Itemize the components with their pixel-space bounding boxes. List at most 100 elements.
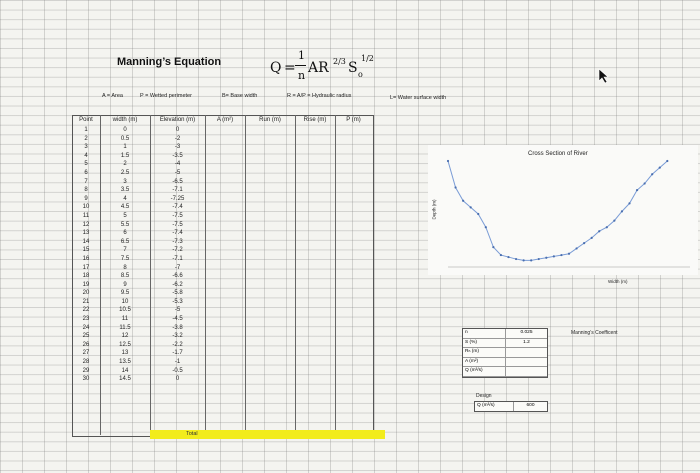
point-cell[interactable]: 20 bbox=[72, 289, 100, 298]
point-cell[interactable]: 25 bbox=[72, 332, 100, 341]
cross-section-chart[interactable]: Cross Section of River Depth (m) Width (… bbox=[428, 145, 698, 284]
width-cell[interactable]: 14 bbox=[100, 367, 150, 376]
point-cell[interactable]: 26 bbox=[72, 341, 100, 350]
width-cell[interactable]: 13.5 bbox=[100, 358, 150, 367]
width-cell[interactable]: 5 bbox=[100, 212, 150, 221]
elevation-cell[interactable]: -4 bbox=[150, 160, 205, 169]
elevation-cell[interactable]: -7.5 bbox=[150, 212, 205, 221]
data-point bbox=[666, 159, 669, 163]
parameter-value[interactable] bbox=[506, 348, 547, 357]
point-cell[interactable]: 6 bbox=[72, 169, 100, 178]
spreadsheet[interactable]: Manning’s Equation Q = 1 n AR 2/3 S o 1/… bbox=[0, 0, 700, 473]
width-cell[interactable]: 10 bbox=[100, 298, 150, 307]
elevation-cell[interactable]: -7 bbox=[150, 264, 205, 273]
point-cell[interactable]: 11 bbox=[72, 212, 100, 221]
width-cell[interactable]: 6.5 bbox=[100, 238, 150, 247]
point-cell[interactable]: 2 bbox=[72, 135, 100, 144]
width-cell[interactable]: 4.5 bbox=[100, 203, 150, 212]
width-cell[interactable]: 1 bbox=[100, 143, 150, 152]
parameter-value[interactable]: 1.2 bbox=[506, 339, 547, 348]
point-cell[interactable]: 21 bbox=[72, 298, 100, 307]
width-cell[interactable]: 7 bbox=[100, 246, 150, 255]
point-cell[interactable]: 29 bbox=[72, 367, 100, 376]
width-cell[interactable]: 1.5 bbox=[100, 152, 150, 161]
elevation-cell[interactable]: -2.2 bbox=[150, 341, 205, 350]
column-elevations: 0 -2 -3 -3.5 -4 -5 -6.5 -7.1 -7.25 -7.4 -7.5 -7.5 -7… bbox=[150, 126, 205, 384]
elevation-cell[interactable]: -7.4 bbox=[150, 203, 205, 212]
point-cell[interactable]: 5 bbox=[72, 160, 100, 169]
elevation-cell[interactable]: -7.1 bbox=[150, 186, 205, 195]
elevation-cell[interactable]: -3.2 bbox=[150, 332, 205, 341]
elevation-cell[interactable]: -3.8 bbox=[150, 324, 205, 333]
point-cell[interactable]: 10 bbox=[72, 203, 100, 212]
elevation-cell[interactable]: -5 bbox=[150, 169, 205, 178]
elevation-cell[interactable]: -7.3 bbox=[150, 238, 205, 247]
elevation-cell[interactable]: -5.3 bbox=[150, 298, 205, 307]
width-cell[interactable]: 6 bbox=[100, 229, 150, 238]
width-cell[interactable]: 5.5 bbox=[100, 221, 150, 230]
width-cell[interactable]: 2 bbox=[100, 160, 150, 169]
width-cell[interactable]: 11 bbox=[100, 315, 150, 324]
width-cell[interactable]: 8.5 bbox=[100, 272, 150, 281]
parameter-value[interactable] bbox=[506, 358, 547, 367]
width-cell[interactable]: 3 bbox=[100, 178, 150, 187]
elevation-cell[interactable]: -6.5 bbox=[150, 178, 205, 187]
point-cell[interactable]: 13 bbox=[72, 229, 100, 238]
elevation-cell[interactable]: -3.5 bbox=[150, 152, 205, 161]
elevation-cell[interactable]: -6.6 bbox=[150, 272, 205, 281]
elevation-cell[interactable]: -3 bbox=[150, 143, 205, 152]
elevation-cell[interactable]: -7.1 bbox=[150, 255, 205, 264]
elevation-cell[interactable]: 0 bbox=[150, 375, 205, 384]
width-cell[interactable]: 9 bbox=[100, 281, 150, 290]
point-cell[interactable]: 1 bbox=[72, 126, 100, 135]
point-cell[interactable]: 3 bbox=[72, 143, 100, 152]
point-cell[interactable]: 8 bbox=[72, 186, 100, 195]
point-cell[interactable]: 7 bbox=[72, 178, 100, 187]
width-cell[interactable]: 0 bbox=[100, 126, 150, 135]
width-cell[interactable]: 14.5 bbox=[100, 375, 150, 384]
elevation-cell[interactable]: -4.5 bbox=[150, 315, 205, 324]
elevation-cell[interactable]: -7.4 bbox=[150, 229, 205, 238]
elevation-cell[interactable]: -7.25 bbox=[150, 195, 205, 204]
point-cell[interactable]: 9 bbox=[72, 195, 100, 204]
parameter-value[interactable]: 0.025 bbox=[506, 329, 547, 338]
width-cell[interactable]: 0.5 bbox=[100, 135, 150, 144]
point-cell[interactable]: 23 bbox=[72, 315, 100, 324]
width-cell[interactable]: 8 bbox=[100, 264, 150, 273]
elevation-cell[interactable]: -1.7 bbox=[150, 349, 205, 358]
point-cell[interactable]: 17 bbox=[72, 264, 100, 273]
point-cell[interactable]: 18 bbox=[72, 272, 100, 281]
width-cell[interactable]: 12.5 bbox=[100, 341, 150, 350]
point-cell[interactable]: 27 bbox=[72, 349, 100, 358]
elevation-cell[interactable]: -5 bbox=[150, 306, 205, 315]
width-cell[interactable]: 9.5 bbox=[100, 289, 150, 298]
width-cell[interactable]: 10.5 bbox=[100, 306, 150, 315]
elevation-cell[interactable]: -1 bbox=[150, 358, 205, 367]
point-cell[interactable]: 28 bbox=[72, 358, 100, 367]
point-cell[interactable]: 14 bbox=[72, 238, 100, 247]
elevation-cell[interactable]: -5.8 bbox=[150, 289, 205, 298]
design-q-value[interactable]: 600 bbox=[514, 402, 547, 411]
elevation-cell[interactable]: -7.2 bbox=[150, 246, 205, 255]
point-cell[interactable]: 19 bbox=[72, 281, 100, 290]
parameter-value[interactable] bbox=[506, 367, 547, 376]
elevation-cell[interactable]: -6.2 bbox=[150, 281, 205, 290]
width-cell[interactable]: 3.5 bbox=[100, 186, 150, 195]
elevation-cell[interactable]: -7.5 bbox=[150, 221, 205, 230]
width-cell[interactable]: 11.5 bbox=[100, 324, 150, 333]
width-cell[interactable]: 7.5 bbox=[100, 255, 150, 264]
point-cell[interactable]: 24 bbox=[72, 324, 100, 333]
width-cell[interactable]: 4 bbox=[100, 195, 150, 204]
point-cell[interactable]: 22 bbox=[72, 306, 100, 315]
elevation-cell[interactable]: 0 bbox=[150, 126, 205, 135]
point-cell[interactable]: 4 bbox=[72, 152, 100, 161]
width-cell[interactable]: 13 bbox=[100, 349, 150, 358]
point-cell[interactable]: 16 bbox=[72, 255, 100, 264]
point-cell[interactable]: 15 bbox=[72, 246, 100, 255]
width-cell[interactable]: 2.5 bbox=[100, 169, 150, 178]
point-cell[interactable]: 30 bbox=[72, 375, 100, 384]
elevation-cell[interactable]: -2 bbox=[150, 135, 205, 144]
point-cell[interactable]: 12 bbox=[72, 221, 100, 230]
width-cell[interactable]: 12 bbox=[100, 332, 150, 341]
elevation-cell[interactable]: -0.5 bbox=[150, 367, 205, 376]
